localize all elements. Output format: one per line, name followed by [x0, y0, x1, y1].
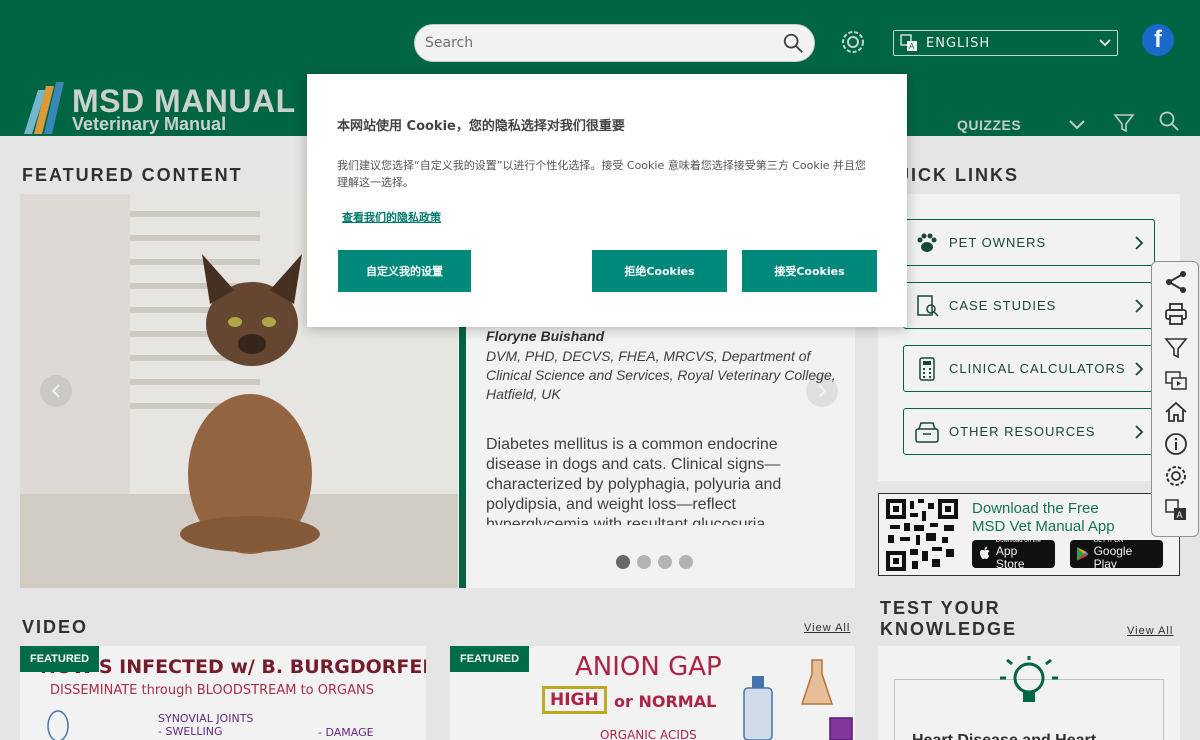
featured-badge: FEATURED — [20, 646, 100, 672]
cookie-consent-dialog: 本网站使用 Cookie，您的隐私选择对我们很重要 我们建议您选择“自定义我的设… — [307, 74, 907, 327]
cookie-body: 我们建议您选择“自定义我的设置”以进行个性化选择。接受 Cookie 意味着您选… — [337, 159, 867, 189]
reject-cookies-button[interactable]: 拒绝Cookies — [592, 250, 727, 292]
privacy-policy-link[interactable]: 查看我们的隐私政策 — [342, 209, 441, 225]
customize-settings-button[interactable]: 自定义我的设置 — [338, 250, 471, 292]
cookie-title: 本网站使用 Cookie，您的隐私选择对我们很重要 — [337, 119, 625, 134]
accept-cookies-button[interactable]: 接受Cookies — [742, 250, 877, 292]
featured-badge: FEATURED — [450, 646, 530, 672]
